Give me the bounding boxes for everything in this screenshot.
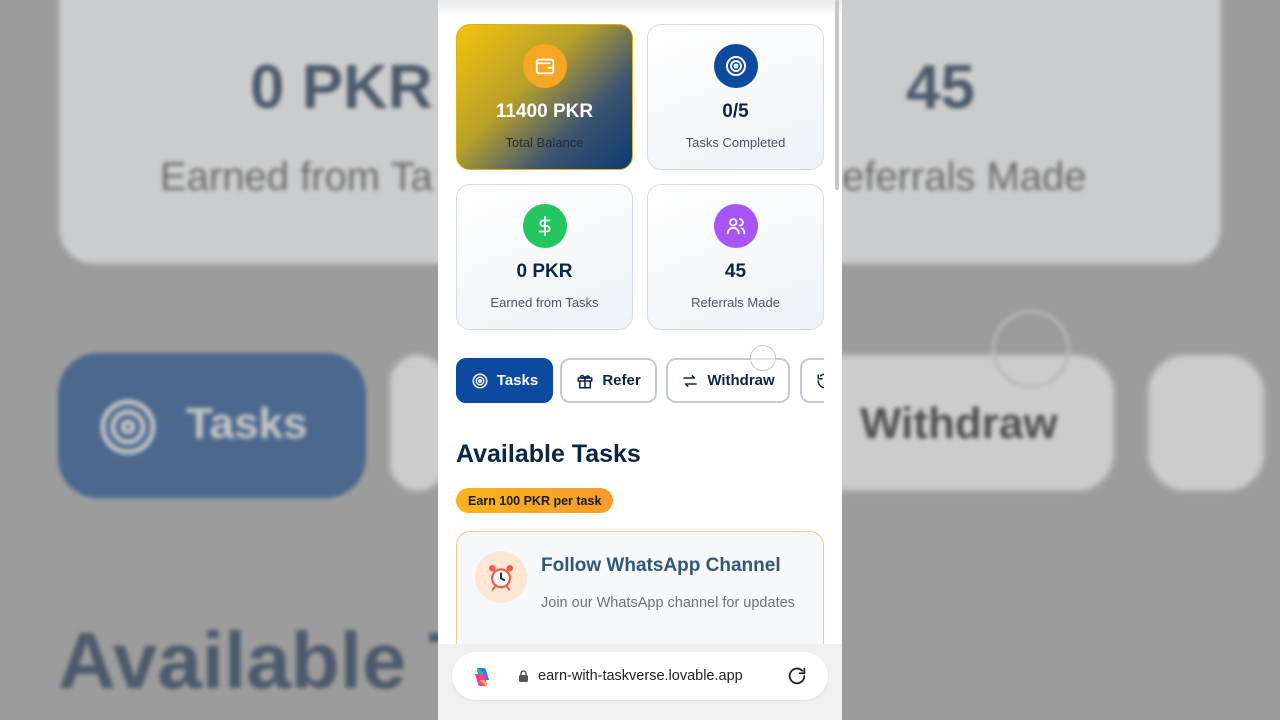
tasks-completed-value: 0/5 [722, 101, 749, 122]
bg-tab-history [1146, 353, 1266, 493]
phone-screen: 11400 PKR Total Balance 0/5 Tasks Comple… [438, 0, 842, 720]
gift-icon [577, 374, 593, 388]
bg-earned-value: 0 PKR [250, 53, 433, 122]
swap-arrows-icon [683, 374, 698, 387]
referrals-made-label: Referrals Made [691, 295, 780, 310]
stat-card-total-balance: 11400 PKR Total Balance [456, 24, 633, 170]
stat-card-earned-from-tasks: 0 PKR Earned from Tasks [456, 184, 633, 330]
referrals-made-value: 45 [724, 261, 747, 282]
tab-tasks-label: Tasks [496, 372, 539, 389]
stat-card-referrals-made: 45 Referrals Made [647, 184, 824, 330]
alarm-clock-icon [475, 551, 527, 603]
history-icon [817, 373, 824, 388]
scrollbar[interactable] [835, 0, 839, 190]
bg-section-title: Available T [58, 616, 478, 705]
tab-refer[interactable]: Refer [560, 358, 657, 403]
task-description: Join our WhatsApp channel for updates [541, 595, 795, 611]
url-text[interactable]: earn-with-taskverse.lovable.app [538, 668, 743, 684]
url-pill[interactable]: earn-with-taskverse.lovable.app [452, 652, 828, 700]
bg-tab-tasks: Tasks [58, 353, 366, 498]
stat-card-tasks-completed: 0/5 Tasks Completed [647, 24, 824, 170]
dollar-icon [523, 204, 567, 248]
target-icon [714, 44, 758, 88]
wallet-icon [523, 44, 567, 88]
bg-tab-tasks-label: Tasks [186, 399, 308, 448]
tab-refer-label: Refer [602, 372, 641, 389]
target-icon [472, 373, 488, 388]
bg-referrals-label: eferrals Made [842, 155, 1087, 199]
section-title-available-tasks: Available Tasks [456, 440, 641, 468]
tab-withdraw-label: Withdraw [707, 372, 775, 389]
total-balance-value: 11400 PKR [495, 101, 594, 122]
task-title: Follow WhatsApp Channel [541, 555, 781, 576]
total-balance-label: Total Balance [505, 135, 584, 150]
users-icon [714, 204, 758, 248]
tab-tasks[interactable]: Tasks [456, 358, 553, 403]
copilot-icon[interactable] [470, 665, 494, 689]
reload-icon[interactable] [786, 665, 808, 687]
tasks-completed-label: Tasks Completed [685, 135, 786, 150]
bg-target-icon [100, 399, 156, 455]
bg-touch-ring [992, 310, 1070, 388]
header-shadow [438, 0, 842, 18]
tab-history[interactable] [800, 358, 824, 403]
earned-from-tasks-label: Earned from Tasks [490, 295, 599, 310]
lock-icon [519, 670, 528, 682]
earn-per-task-badge: Earn 100 PKR per task [456, 488, 614, 513]
browser-address-bar: earn-with-taskverse.lovable.app [438, 644, 842, 720]
bg-earned-label: Earned from Ta [160, 155, 433, 199]
bg-tab-withdraw-label: Withdraw [860, 399, 1058, 448]
bg-referrals-value: 45 [906, 53, 975, 122]
touch-indicator [750, 345, 776, 371]
earned-from-tasks-value: 0 PKR [516, 261, 573, 282]
